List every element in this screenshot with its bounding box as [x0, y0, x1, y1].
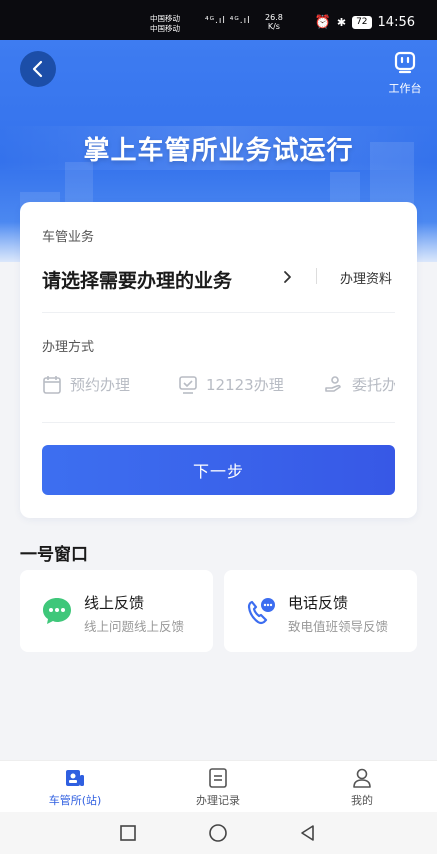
alarm-icon: ⏰ [314, 15, 331, 30]
service-card: 车管业务 请选择需要办理的业务 办理资料 办理方式 预约办理 12123办理 委… [20, 202, 417, 518]
method-option-delegate[interactable]: 委托办 [324, 374, 395, 395]
status-bar: 中国移动 中国移动 ⁴ᴳ.ıl ⁴ᴳ.ıl 26.8 K/s ⏰ ✱ 72 14… [0, 0, 437, 40]
workbench-icon [394, 51, 416, 74]
method-section-label: 办理方式 [42, 340, 95, 355]
system-nav-bar [0, 812, 437, 854]
method-option-12123[interactable]: 12123办理 [178, 374, 284, 395]
clock: 14:56 [377, 15, 415, 30]
records-icon [209, 768, 227, 788]
carrier-2: 中国移动 [150, 24, 180, 33]
monitor-check-icon [179, 375, 197, 394]
online-feedback-subtitle: 线上问题线上反馈 [84, 619, 185, 634]
method-label: 12123办理 [206, 376, 284, 394]
method-label: 委托办 [352, 376, 395, 394]
tab-label: 车管所(站) [48, 794, 102, 807]
home-icon[interactable] [207, 822, 229, 844]
tab-label: 办理记录 [196, 794, 240, 807]
online-feedback-card[interactable]: 线上反馈 线上问题线上反馈 [20, 570, 213, 652]
bottom-tab-bar: 车管所(站) 办理记录 我的 [0, 760, 437, 812]
speed-value: 26.8 [265, 13, 283, 22]
battery-icon: 72 [352, 16, 372, 29]
method-options: 预约办理 12123办理 委托办 [42, 374, 395, 400]
workbench-label: 工作台 [388, 82, 422, 95]
speed-unit: K/s [267, 22, 280, 31]
phone-chat-icon [247, 598, 275, 625]
tab-vehicle-office[interactable]: 车管所(站) [25, 767, 125, 808]
tab-label: 我的 [351, 794, 373, 807]
method-option-appointment[interactable]: 预约办理 [42, 374, 130, 395]
carrier-info: 中国移动 中国移动 [150, 14, 180, 34]
workbench-button[interactable]: 工作台 [385, 50, 425, 96]
tab-records[interactable]: 办理记录 [168, 767, 268, 808]
business-section-label: 车管业务 [42, 230, 95, 245]
hand-delegate-icon [325, 375, 341, 392]
network-speed: 26.8 K/s [265, 13, 283, 31]
recent-apps-icon[interactable] [117, 822, 139, 844]
banner-title: 掌上车管所业务试运行 [83, 136, 354, 166]
divider [316, 268, 317, 284]
tab-profile[interactable]: 我的 [312, 767, 412, 808]
business-select-prompt[interactable]: 请选择需要办理的业务 [42, 266, 232, 293]
method-label: 预约办理 [70, 376, 131, 394]
phone-feedback-subtitle: 致电值班领导反馈 [288, 619, 389, 634]
chevron-left-icon [32, 60, 43, 78]
phone-feedback-card[interactable]: 电话反馈 致电值班领导反馈 [224, 570, 417, 652]
bluetooth-icon: ✱ [336, 16, 347, 29]
chat-bubble-icon [43, 598, 71, 624]
signal-icon: ⁴ᴳ.ıl ⁴ᴳ.ıl [205, 16, 251, 26]
status-right: ⏰ ✱ 72 14:56 [315, 15, 415, 30]
next-step-button[interactable]: 下一步 [42, 445, 395, 495]
phone-feedback-title: 电话反馈 [288, 594, 349, 612]
carrier-1: 中国移动 [150, 14, 180, 23]
profile-icon [353, 768, 371, 788]
window-section-title: 一号窗口 [20, 545, 88, 565]
online-feedback-title: 线上反馈 [84, 594, 145, 612]
documents-link[interactable]: 办理资料 [340, 268, 392, 287]
divider [42, 422, 395, 423]
vehicle-office-icon [66, 770, 84, 786]
calendar-icon [43, 375, 61, 394]
chevron-right-icon[interactable] [283, 266, 293, 288]
back-button[interactable] [20, 51, 56, 87]
back-nav-icon[interactable] [297, 822, 319, 844]
divider [42, 312, 395, 313]
